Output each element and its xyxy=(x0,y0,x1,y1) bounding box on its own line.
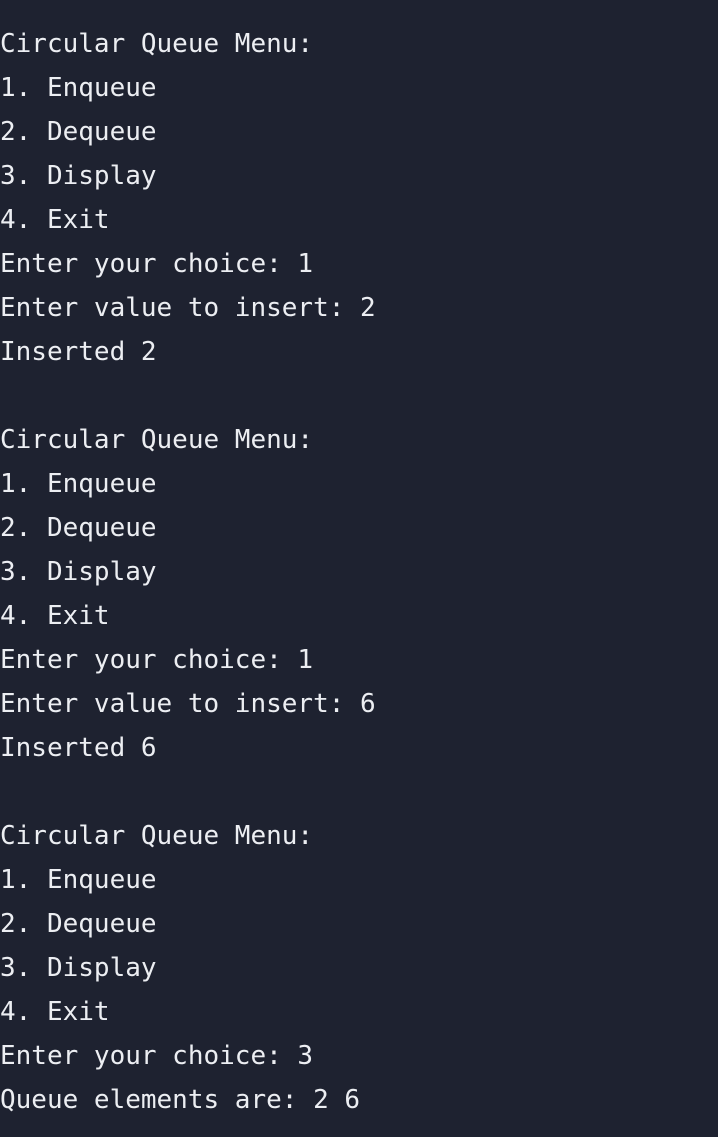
queue-elements-output: Queue elements are: 2 6 xyxy=(0,1085,361,1115)
insert-result: Inserted 6 xyxy=(0,733,157,763)
menu-option-enqueue: 1. Enqueue xyxy=(0,73,157,103)
choice-prompt: Enter your choice: 1 xyxy=(0,249,314,279)
menu-option-exit: 4. Exit xyxy=(0,997,110,1027)
menu-option-exit: 4. Exit xyxy=(0,205,110,235)
menu-option-dequeue: 2. Dequeue xyxy=(0,117,157,147)
menu-title: Circular Queue Menu: xyxy=(0,29,314,59)
choice-prompt: Enter your choice: 3 xyxy=(0,1041,314,1071)
insert-result: Inserted 2 xyxy=(0,337,157,367)
menu-option-display: 3. Display xyxy=(0,161,157,191)
choice-prompt: Enter your choice: 1 xyxy=(0,645,314,675)
value-prompt: Enter value to insert: 2 xyxy=(0,293,376,323)
menu-option-exit: 4. Exit xyxy=(0,601,110,631)
menu-option-enqueue: 1. Enqueue xyxy=(0,865,157,895)
terminal-output[interactable]: Circular Queue Menu: 1. Enqueue 2. Deque… xyxy=(0,0,718,1137)
menu-title: Circular Queue Menu: xyxy=(0,821,314,851)
menu-option-dequeue: 2. Dequeue xyxy=(0,909,157,939)
menu-option-dequeue: 2. Dequeue xyxy=(0,513,157,543)
menu-title: Circular Queue Menu: xyxy=(0,425,314,455)
menu-option-enqueue: 1. Enqueue xyxy=(0,469,157,499)
value-prompt: Enter value to insert: 6 xyxy=(0,689,376,719)
menu-option-display: 3. Display xyxy=(0,557,157,587)
menu-option-display: 3. Display xyxy=(0,953,157,983)
